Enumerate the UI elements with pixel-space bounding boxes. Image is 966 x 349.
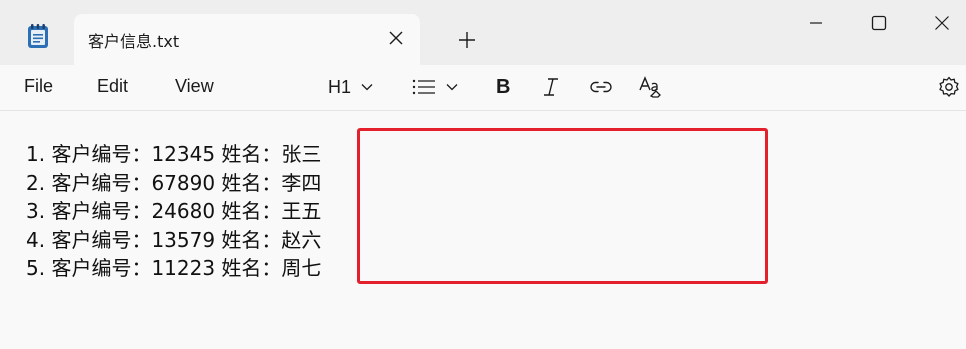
title-bar: 客户信息.txt <box>0 0 966 65</box>
notepad-app-icon <box>27 23 49 49</box>
tab-title: 客户信息.txt <box>88 32 180 51</box>
list-item: 1. 客户编号：12345 姓名：张三 <box>26 142 322 166</box>
list-item: 5. 客户编号：11223 姓名：周七 <box>26 256 322 280</box>
chevron-down-icon <box>446 84 458 91</box>
link-button[interactable] <box>590 74 612 100</box>
link-icon <box>590 81 612 93</box>
list-icon <box>412 79 435 95</box>
document-body: 1. 客户编号：12345 姓名：张三 2. 客户编号：67890 姓名：李四 … <box>26 140 321 283</box>
highlight-box <box>357 128 768 284</box>
heading-label: H1 <box>328 76 352 97</box>
settings-icon <box>939 76 959 97</box>
list-item: 3. 客户编号：24680 姓名：王五 <box>26 199 322 223</box>
list-item: 2. 客户编号：67890 姓名：李四 <box>26 170 322 195</box>
settings-button[interactable] <box>938 74 960 100</box>
heading-dropdown[interactable]: H1 <box>328 74 373 100</box>
clear-formatting-icon <box>639 76 661 98</box>
clear-formatting-button[interactable] <box>638 74 662 100</box>
maximize-icon[interactable] <box>849 0 909 45</box>
menu-edit[interactable]: Edit <box>97 76 128 97</box>
bold-icon: B <box>496 75 511 98</box>
list-dropdown[interactable] <box>412 74 458 100</box>
close-icon[interactable] <box>385 27 407 49</box>
italic-button[interactable] <box>543 74 559 100</box>
menu-bar: File Edit View H1 B <box>0 65 966 111</box>
menu-file[interactable]: File <box>24 76 53 97</box>
document-tab[interactable]: 客户信息.txt <box>74 14 420 65</box>
window-close-icon[interactable] <box>912 0 966 45</box>
plus-icon[interactable] <box>455 28 479 52</box>
menu-view[interactable]: View <box>175 76 214 97</box>
chevron-down-icon <box>361 84 373 91</box>
bold-button[interactable]: B <box>496 74 510 100</box>
italic-icon <box>544 78 558 96</box>
list-item: 4. 客户编号：13579 姓名：赵六 <box>26 227 322 252</box>
minimize-icon[interactable] <box>786 0 846 45</box>
